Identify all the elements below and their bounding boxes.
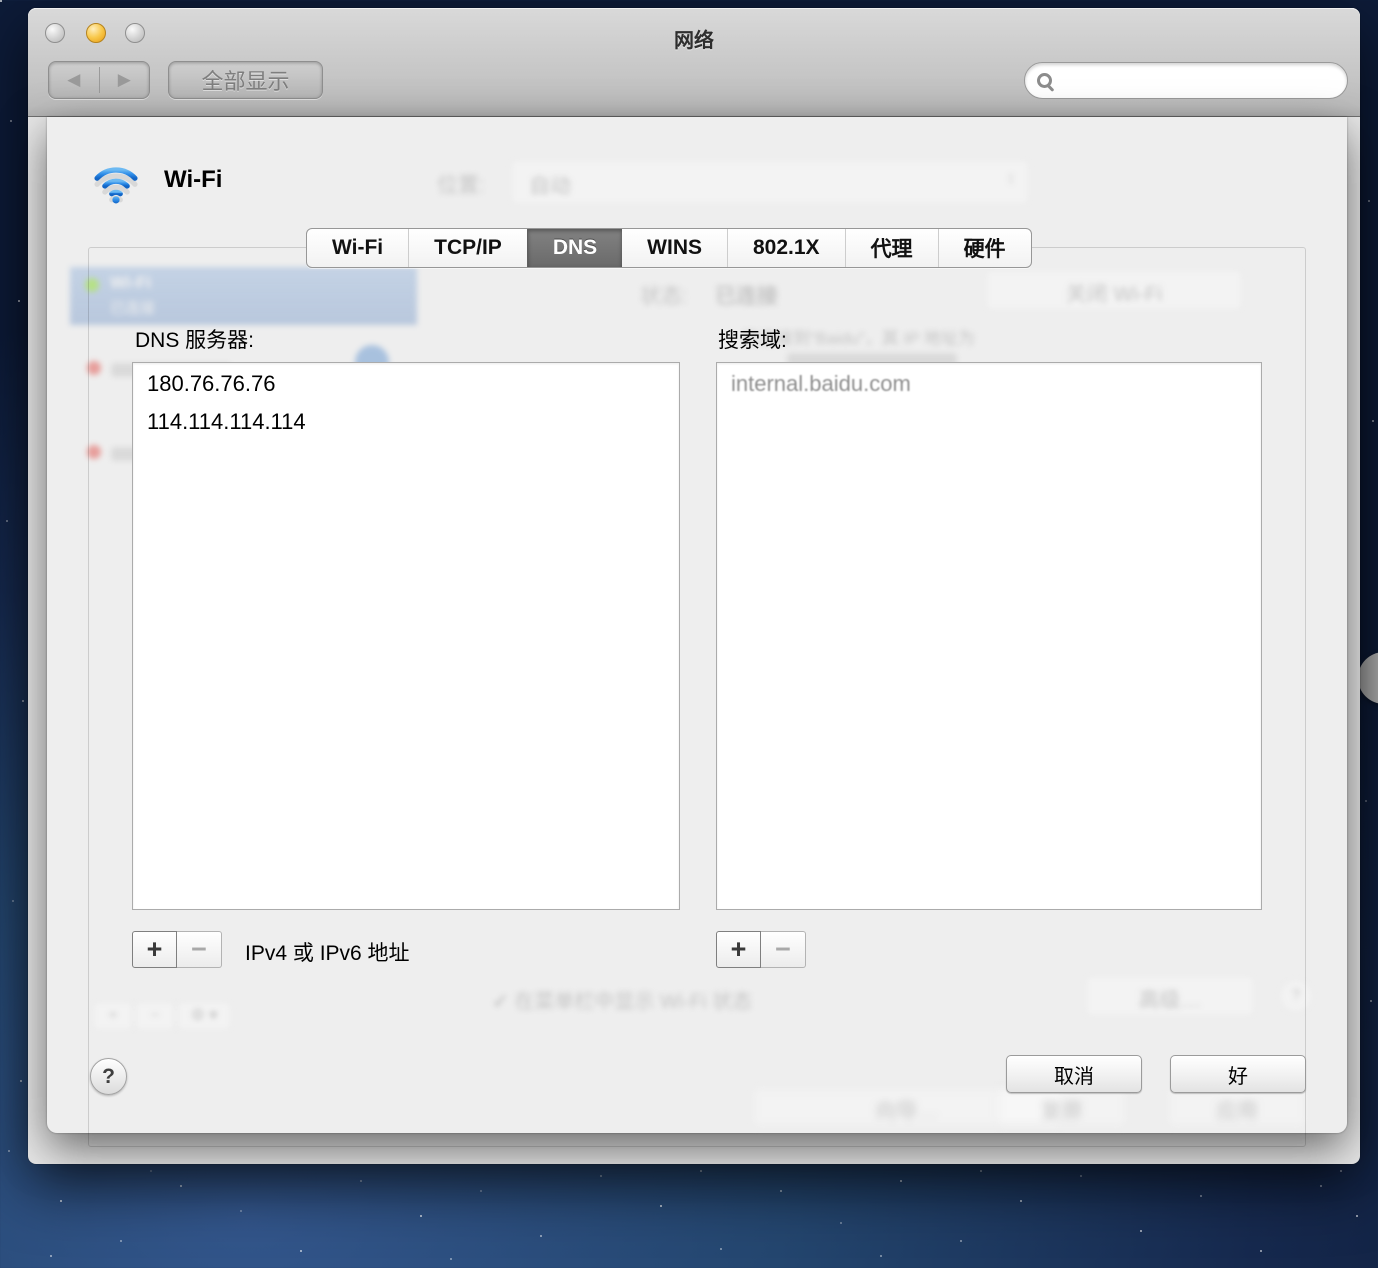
nav-back-forward-group: ◀ ▶: [48, 61, 150, 99]
close-button[interactable]: [45, 23, 65, 43]
tab-label: 硬件: [964, 233, 1006, 263]
tab-dns[interactable]: DNS: [527, 229, 622, 267]
window-title: 网络: [28, 24, 1360, 53]
add-search-domain-button[interactable]: +: [716, 931, 761, 968]
dns-hint: IPv4 或 IPv6 地址: [245, 937, 410, 967]
search-icon: [1037, 73, 1052, 88]
service-name: Wi-Fi: [164, 166, 222, 194]
remove-dns-server-button[interactable]: −: [177, 931, 222, 968]
tab-label: 代理: [871, 233, 913, 263]
tab-tcpip[interactable]: TCP/IP: [408, 229, 527, 267]
tab-bar: Wi-Fi TCP/IP DNS WINS 802.1X 代理 硬件: [306, 228, 1032, 268]
tab-label: DNS: [553, 236, 597, 260]
tab-wins[interactable]: WINS: [622, 229, 727, 267]
search-domains-list[interactable]: internal.baidu.com: [716, 362, 1262, 910]
tab-proxies[interactable]: 代理: [845, 229, 938, 267]
search-input[interactable]: [1052, 66, 1347, 96]
cancel-button[interactable]: 取消: [1006, 1055, 1142, 1093]
wifi-icon: [90, 155, 142, 205]
search-domain-row[interactable]: internal.baidu.com: [717, 363, 1261, 401]
search-domains-plusminus: + −: [716, 931, 806, 968]
search-field: [1024, 62, 1348, 99]
ok-button[interactable]: 好: [1170, 1055, 1306, 1093]
minimize-button[interactable]: [86, 23, 106, 43]
titlebar: 网络 ◀ ▶ 全部显示: [28, 8, 1360, 117]
show-all-label: 全部显示: [201, 64, 289, 96]
add-dns-server-button[interactable]: +: [132, 931, 177, 968]
show-all-button[interactable]: 全部显示: [168, 61, 323, 99]
forward-icon: ▶: [118, 70, 131, 89]
tab-8021x[interactable]: 802.1X: [727, 229, 845, 267]
service-row: Wi-Fi: [90, 155, 222, 205]
tab-label: WINS: [647, 236, 702, 260]
zoom-button[interactable]: [125, 23, 145, 43]
tab-label: Wi-Fi: [332, 236, 383, 260]
network-preferences-window: 网络 ◀ ▶ 全部显示 位置: 自动 ↕ Wi-Fi: [28, 8, 1360, 1164]
dns-server-row[interactable]: 114.114.114.114: [133, 401, 679, 439]
back-icon: ◀: [67, 70, 80, 89]
forward-button[interactable]: ▶: [100, 62, 150, 98]
tab-wifi[interactable]: Wi-Fi: [307, 229, 408, 267]
tab-label: TCP/IP: [434, 236, 502, 260]
dns-servers-plusminus: + −: [132, 931, 222, 968]
dns-servers-list[interactable]: 180.76.76.76 114.114.114.114: [132, 362, 680, 910]
tab-hardware[interactable]: 硬件: [938, 229, 1031, 267]
help-button[interactable]: ?: [90, 1058, 127, 1095]
back-button[interactable]: ◀: [49, 62, 99, 98]
search-domains-label: 搜索域:: [718, 324, 787, 354]
tab-label: 802.1X: [753, 236, 820, 260]
dns-settings-sheet: 位置: 自动 ↕ Wi-Fi 已连接 状态: 已连接 关闭 Wi-Fi 已连接到…: [47, 117, 1347, 1133]
dns-servers-label: DNS 服务器:: [135, 324, 254, 354]
remove-search-domain-button[interactable]: −: [761, 931, 806, 968]
desktop-widget-handle[interactable]: [1358, 652, 1378, 704]
dns-server-row[interactable]: 180.76.76.76: [133, 363, 679, 401]
